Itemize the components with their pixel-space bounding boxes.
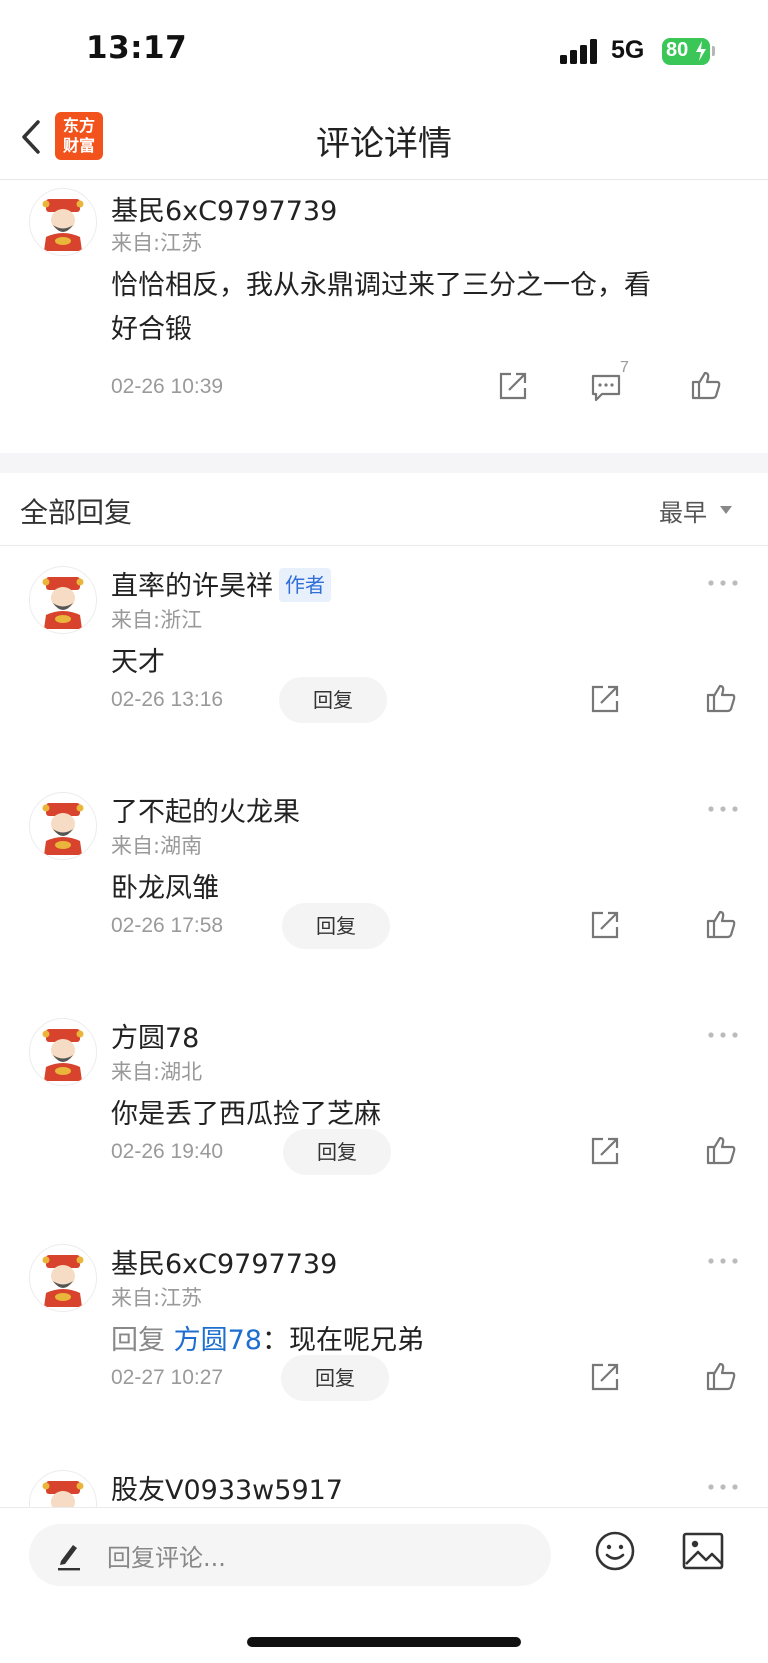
avatar[interactable] xyxy=(29,188,97,256)
reply-item: 直率的许昊祥 作者 来自:浙江 天才 02-26 13:16 回复 xyxy=(0,546,768,772)
replies-title: 全部回复 xyxy=(20,496,133,529)
emoji-icon[interactable] xyxy=(594,1530,636,1572)
thumbs-up-icon[interactable] xyxy=(705,1360,737,1392)
main-comment: 基民6xC9797739 来自:江苏 恰恰相反，我从永鼎调过来了三分之一仓，看 … xyxy=(0,181,768,453)
avatar[interactable] xyxy=(29,1470,97,1507)
thumbs-up-icon[interactable] xyxy=(705,1134,737,1166)
reply-time: 02-26 19:40 xyxy=(111,1140,224,1163)
comment-time: 02-26 10:39 xyxy=(111,375,224,398)
thumbs-up-icon[interactable] xyxy=(705,682,737,714)
image-icon[interactable] xyxy=(682,1532,724,1570)
caishen-avatar-icon xyxy=(42,1481,84,1507)
share-icon[interactable] xyxy=(589,1135,621,1167)
network-label: 5G xyxy=(611,36,645,64)
share-icon[interactable] xyxy=(497,370,529,402)
username[interactable]: 了不起的火龙果 xyxy=(111,790,300,829)
location: 来自:湖南 xyxy=(111,834,203,858)
avatar[interactable] xyxy=(29,1244,97,1312)
username[interactable]: 方圆78 xyxy=(111,1016,199,1055)
section-divider xyxy=(0,453,768,473)
reply-time: 02-27 10:27 xyxy=(111,1366,224,1389)
reply-input-placeholder: 回复评论... xyxy=(107,1544,226,1572)
share-icon[interactable] xyxy=(589,909,621,941)
reply-text: 卧龙凤雏 xyxy=(111,873,219,904)
author-badge: 作者 xyxy=(279,567,331,602)
share-icon[interactable] xyxy=(589,1361,621,1393)
more-icon[interactable] xyxy=(707,804,739,814)
thumbs-up-icon[interactable] xyxy=(705,908,737,940)
reply-button[interactable]: 回复 xyxy=(281,1355,389,1401)
more-icon[interactable] xyxy=(707,1482,739,1492)
reply-button[interactable]: 回复 xyxy=(283,1129,391,1175)
comment-count: 7 xyxy=(620,359,629,376)
caishen-avatar-icon xyxy=(42,803,84,855)
location: 来自:江苏 xyxy=(111,231,203,255)
status-bar: 13:17 5G 80 xyxy=(0,0,768,100)
battery-cap xyxy=(712,46,715,56)
replies-header: 全部回复 最早 xyxy=(0,473,768,546)
reply-text: 天才 xyxy=(111,647,165,678)
username-text: 直率的许昊祥 xyxy=(111,571,273,602)
avatar[interactable] xyxy=(29,566,97,634)
location: 来自:浙江 xyxy=(111,608,203,632)
reply-body: 现在呢兄弟 xyxy=(288,1325,424,1356)
caishen-avatar-icon xyxy=(42,577,84,629)
more-icon[interactable] xyxy=(707,578,739,588)
charging-bolt-icon xyxy=(696,41,706,61)
username[interactable]: 基民6xC9797739 xyxy=(111,189,337,228)
comment-text-line-1: 恰恰相反，我从永鼎调过来了三分之一仓，看 xyxy=(111,270,651,301)
status-time: 13:17 xyxy=(86,30,188,66)
caishen-avatar-icon xyxy=(42,199,84,251)
page-title: 评论详情 xyxy=(316,124,452,164)
reply-item: 股友V0933w5917 xyxy=(0,1450,768,1507)
share-icon[interactable] xyxy=(589,683,621,715)
reply-item: 方圆78 来自:湖北 你是丢了西瓜捡了芝麻 02-26 19:40 回复 xyxy=(0,998,768,1224)
location: 来自:湖北 xyxy=(111,1060,203,1084)
more-icon[interactable] xyxy=(707,1030,739,1040)
reply-button[interactable]: 回复 xyxy=(282,903,390,949)
reply-time: 02-26 17:58 xyxy=(111,914,224,937)
battery-icon: 80 xyxy=(662,38,710,65)
caishen-avatar-icon xyxy=(42,1029,84,1081)
comment-icon[interactable] xyxy=(590,371,622,403)
location: 来自:江苏 xyxy=(111,1286,203,1310)
reply-input[interactable]: 回复评论... xyxy=(29,1524,551,1586)
comment-text-line-2: 好合锻 xyxy=(111,314,192,345)
avatar[interactable] xyxy=(29,792,97,860)
reply-item: 了不起的火龙果 来自:湖南 卧龙凤雏 02-26 17:58 回复 xyxy=(0,772,768,998)
reply-time: 02-26 13:16 xyxy=(111,688,224,711)
username[interactable]: 基民6xC9797739 xyxy=(111,1242,337,1281)
avatar[interactable] xyxy=(29,1018,97,1086)
reply-item: 基民6xC9797739 来自:江苏 回复 方圆78：现在呢兄弟 02-27 1… xyxy=(0,1224,768,1450)
more-icon[interactable] xyxy=(707,1256,739,1266)
caishen-avatar-icon xyxy=(42,1255,84,1307)
reply-button[interactable]: 回复 xyxy=(279,677,387,723)
username[interactable]: 直率的许昊祥 作者 xyxy=(111,564,331,605)
pen-icon xyxy=(58,1545,80,1571)
reply-separator: ： xyxy=(261,1325,289,1356)
battery-level: 80 xyxy=(666,39,689,61)
reply-prefix: 回复 xyxy=(111,1325,165,1356)
home-indicator xyxy=(247,1637,521,1647)
signal-icon xyxy=(560,38,600,64)
reply-target-link[interactable]: 方圆78 xyxy=(174,1325,262,1356)
caret-down-icon[interactable] xyxy=(720,506,732,514)
thumbs-up-icon[interactable] xyxy=(690,369,722,401)
sort-dropdown[interactable]: 最早 xyxy=(659,493,707,528)
username[interactable]: 股友V0933w5917 xyxy=(111,1468,343,1507)
